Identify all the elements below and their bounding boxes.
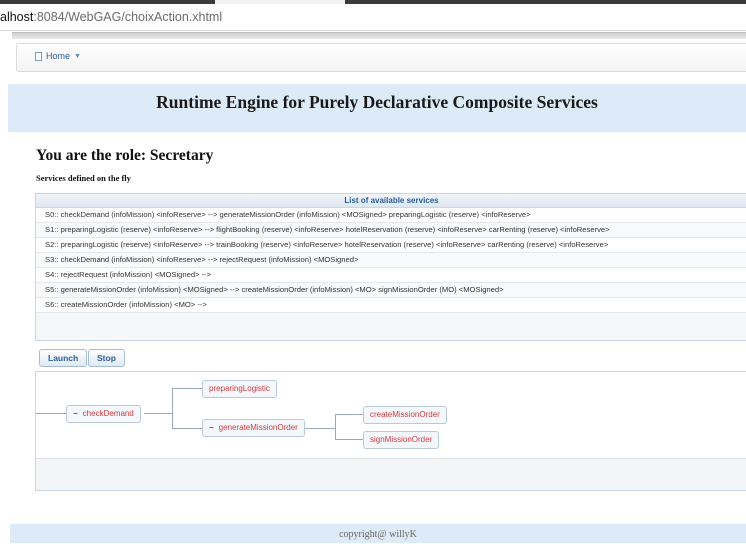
- service-row-s0[interactable]: S0:: checkDemand (infoMission) <infoRese…: [36, 208, 746, 223]
- page-footer: copyright@ willyK: [10, 524, 746, 543]
- services-table-header: List of available services: [36, 194, 746, 208]
- tree-connector: [172, 428, 202, 429]
- tree-connector: [301, 428, 335, 429]
- services-list[interactable]: S0:: checkDemand (infoMission) <infoRese…: [36, 208, 746, 313]
- tree-node-label: checkDemand: [82, 409, 134, 418]
- chevron-down-icon: ▼: [74, 52, 81, 60]
- tree-node-signmissionorder[interactable]: signMissionOrder: [363, 431, 440, 449]
- service-row-s2[interactable]: S2:: preparingLogistic (reserve) <infoRe…: [36, 238, 746, 253]
- page-title: Runtime Engine for Purely Declarative Co…: [156, 92, 598, 112]
- tree-node-generatemissionorder[interactable]: − generateMissionOrder: [202, 419, 305, 437]
- tree-connector: [172, 388, 173, 428]
- service-row-s1[interactable]: S1:: preparingLogistic (reserve) <infoRe…: [36, 223, 746, 238]
- launch-button[interactable]: Launch: [39, 349, 88, 367]
- url-path: :8084/WebGAG/choixAction.xhtml: [33, 10, 223, 24]
- address-bar[interactable]: alhost:8084/WebGAG/choixAction.xhtml: [0, 4, 746, 31]
- stop-button[interactable]: Stop: [88, 349, 125, 367]
- services-panel: List of available services S0:: checkDem…: [35, 193, 746, 341]
- page-icon: [35, 51, 42, 61]
- tree-connector: [36, 413, 66, 414]
- service-tree-panel: − checkDemand preparingLogistic − generate…: [35, 371, 746, 491]
- tree-connector: [335, 414, 363, 415]
- collapse-toggle-icon[interactable]: −: [209, 423, 214, 432]
- page-header: Runtime Engine for Purely Declarative Co…: [8, 84, 746, 132]
- service-row-s6[interactable]: S6:: createMissionOrder (infoMission) <M…: [36, 298, 746, 313]
- tree-connector: [335, 439, 363, 440]
- tree-node-label: createMissionOrder: [370, 410, 440, 419]
- horizontal-scrollbar[interactable]: [12, 32, 746, 39]
- tree-node-label: signMissionOrder: [370, 435, 433, 444]
- tree-node-label: preparingLogistic: [209, 384, 270, 393]
- url-host: alhost: [0, 10, 34, 24]
- service-row-s5[interactable]: S5:: generateMissionOrder (infoMission) …: [36, 283, 746, 298]
- menu-home-label: Home: [46, 51, 71, 61]
- menu-home[interactable]: Home ▼: [35, 51, 81, 61]
- tree-connector: [172, 388, 202, 389]
- service-tree: − checkDemand preparingLogistic − generate…: [36, 372, 746, 459]
- service-row-s4[interactable]: S4:: rejectRequest (infoMission) <MOSign…: [36, 268, 746, 283]
- role-heading: You are the role: Secretary: [36, 147, 214, 164]
- tree-node-checkdemand[interactable]: − checkDemand: [66, 405, 141, 423]
- tree-node-createmissionorder[interactable]: createMissionOrder: [363, 406, 447, 424]
- tree-node-preparinglogistic[interactable]: preparingLogistic: [202, 380, 277, 398]
- services-subtitle: Services defined on the fly: [36, 173, 131, 183]
- collapse-toggle-icon[interactable]: −: [73, 409, 78, 418]
- tree-connector: [335, 414, 336, 439]
- menubar: Home ▼: [16, 43, 746, 72]
- service-row-s3[interactable]: S3:: checkDemand (infoMission) <infoRese…: [36, 253, 746, 268]
- tree-connector: [144, 413, 172, 414]
- tree-node-label: generateMissionOrder: [218, 423, 298, 432]
